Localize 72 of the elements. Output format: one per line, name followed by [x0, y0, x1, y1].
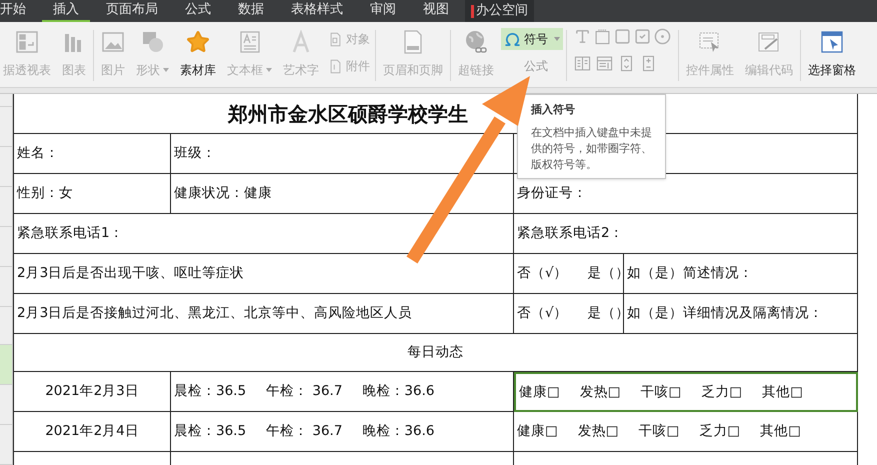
- cell-text: 干咳□: [640, 382, 682, 402]
- rectangle-control-icon[interactable]: [614, 28, 631, 45]
- pivot-table-icon: [15, 30, 39, 54]
- cell-text: 午检： 36.7: [266, 382, 342, 402]
- cell-text: 晨检：36.5: [174, 422, 246, 442]
- cell-text: 发热□: [578, 422, 619, 442]
- cell-text: 乏力□: [699, 422, 740, 442]
- checkbox-control-icon[interactable]: [634, 28, 651, 45]
- cell-text: 否（√）: [517, 304, 568, 324]
- attachment-icon: [328, 58, 343, 74]
- picture-icon: [101, 30, 125, 54]
- omega-icon: [504, 30, 521, 48]
- cell-text: 2月3日后是否出现干咳、呕吐等症状: [17, 264, 244, 284]
- cell-text: 性别：女: [17, 184, 73, 204]
- cell-text: 晚检：36.6: [362, 422, 434, 442]
- menu-tab[interactable]: 开始: [0, 0, 37, 22]
- cell-text: 姓名：: [17, 144, 59, 164]
- cell-text: 如（是）简述情况：: [627, 264, 753, 284]
- cell-text: 其他□: [762, 382, 803, 402]
- spin-button-icon: [618, 55, 635, 72]
- ribbon-button[interactable]: 素材库: [176, 24, 220, 82]
- object-icon: [328, 32, 343, 46]
- menu-tab[interactable]: 视图: [412, 0, 460, 22]
- cell-text: 晚检：36.6: [362, 382, 434, 402]
- code-editor-icon: [757, 30, 781, 54]
- cell-text: 发热□: [580, 382, 621, 402]
- globe-link-icon: [464, 30, 488, 54]
- text-field-control-icon: [594, 28, 611, 45]
- office-space-tab[interactable]: 办公空间: [465, 0, 534, 22]
- cell-text: 身份证号：: [517, 184, 587, 204]
- cell-text: 是（）: [588, 304, 623, 324]
- ribbon-button[interactable]: 选择窗格: [804, 24, 860, 82]
- cell-text: 班级：: [174, 144, 216, 164]
- cell-text: 紧急联系电话2：: [517, 224, 624, 244]
- row-header[interactable]: [0, 345, 12, 385]
- cell-text: 干咳□: [638, 422, 680, 442]
- menu-tab[interactable]: 公式: [174, 0, 222, 22]
- cell-text: 每日动态: [408, 343, 464, 362]
- cell-text: 如（是）详细情况及隔离情况：: [627, 304, 823, 324]
- cell-text: 2021年2月3日: [45, 382, 139, 402]
- caret-icon: [554, 37, 560, 41]
- selection-pane-icon: [820, 30, 844, 54]
- cell-text: 是（）: [588, 264, 623, 284]
- menu-tab[interactable]: 页面布局: [95, 0, 169, 22]
- cell-text: 健康□: [517, 422, 558, 442]
- cell-text: 午检： 36.7: [266, 422, 342, 442]
- cell-text: 健康状况：健康: [174, 184, 272, 204]
- cell-text: 2021年2月4日: [45, 422, 139, 442]
- list-box-icon: [574, 55, 591, 72]
- combo-box-icon: [596, 55, 613, 72]
- cell-text: 紧急联系电话1：: [17, 224, 124, 244]
- radio-control-icon[interactable]: [654, 28, 671, 45]
- cell-text: 晨检：36.5: [174, 382, 246, 402]
- menu-tab[interactable]: 数据: [227, 0, 275, 22]
- caret-icon: [266, 68, 272, 72]
- cell-text: 健康□: [519, 382, 560, 402]
- caret-icon: [163, 68, 169, 72]
- cell-text: 否（√）: [517, 264, 568, 284]
- shapes-icon: [140, 30, 164, 54]
- tab-marker-icon: [471, 4, 474, 18]
- cell-text: 乏力□: [701, 382, 742, 402]
- cell-text: 其他□: [760, 422, 801, 442]
- tooltip-title: 插入符号: [531, 102, 576, 118]
- symbol-button[interactable]: 符号: [501, 28, 563, 50]
- menu-tab[interactable]: 审阅: [359, 0, 407, 22]
- text-box-icon: [238, 30, 262, 54]
- sheet-title: 郑州市金水区硕爵学校学生: [228, 100, 468, 128]
- star-icon: [186, 30, 210, 54]
- tooltip-text: 在文档中插入键盘中未提供的符号，如带圈字符、版权符号等。: [531, 124, 652, 172]
- scroll-bar-icon: [640, 55, 657, 72]
- menu-tab[interactable]: 表格样式: [280, 0, 354, 22]
- cell-text: 2月3日后是否接触过河北、黑龙江、北京等中、高风险地区人员: [17, 304, 412, 324]
